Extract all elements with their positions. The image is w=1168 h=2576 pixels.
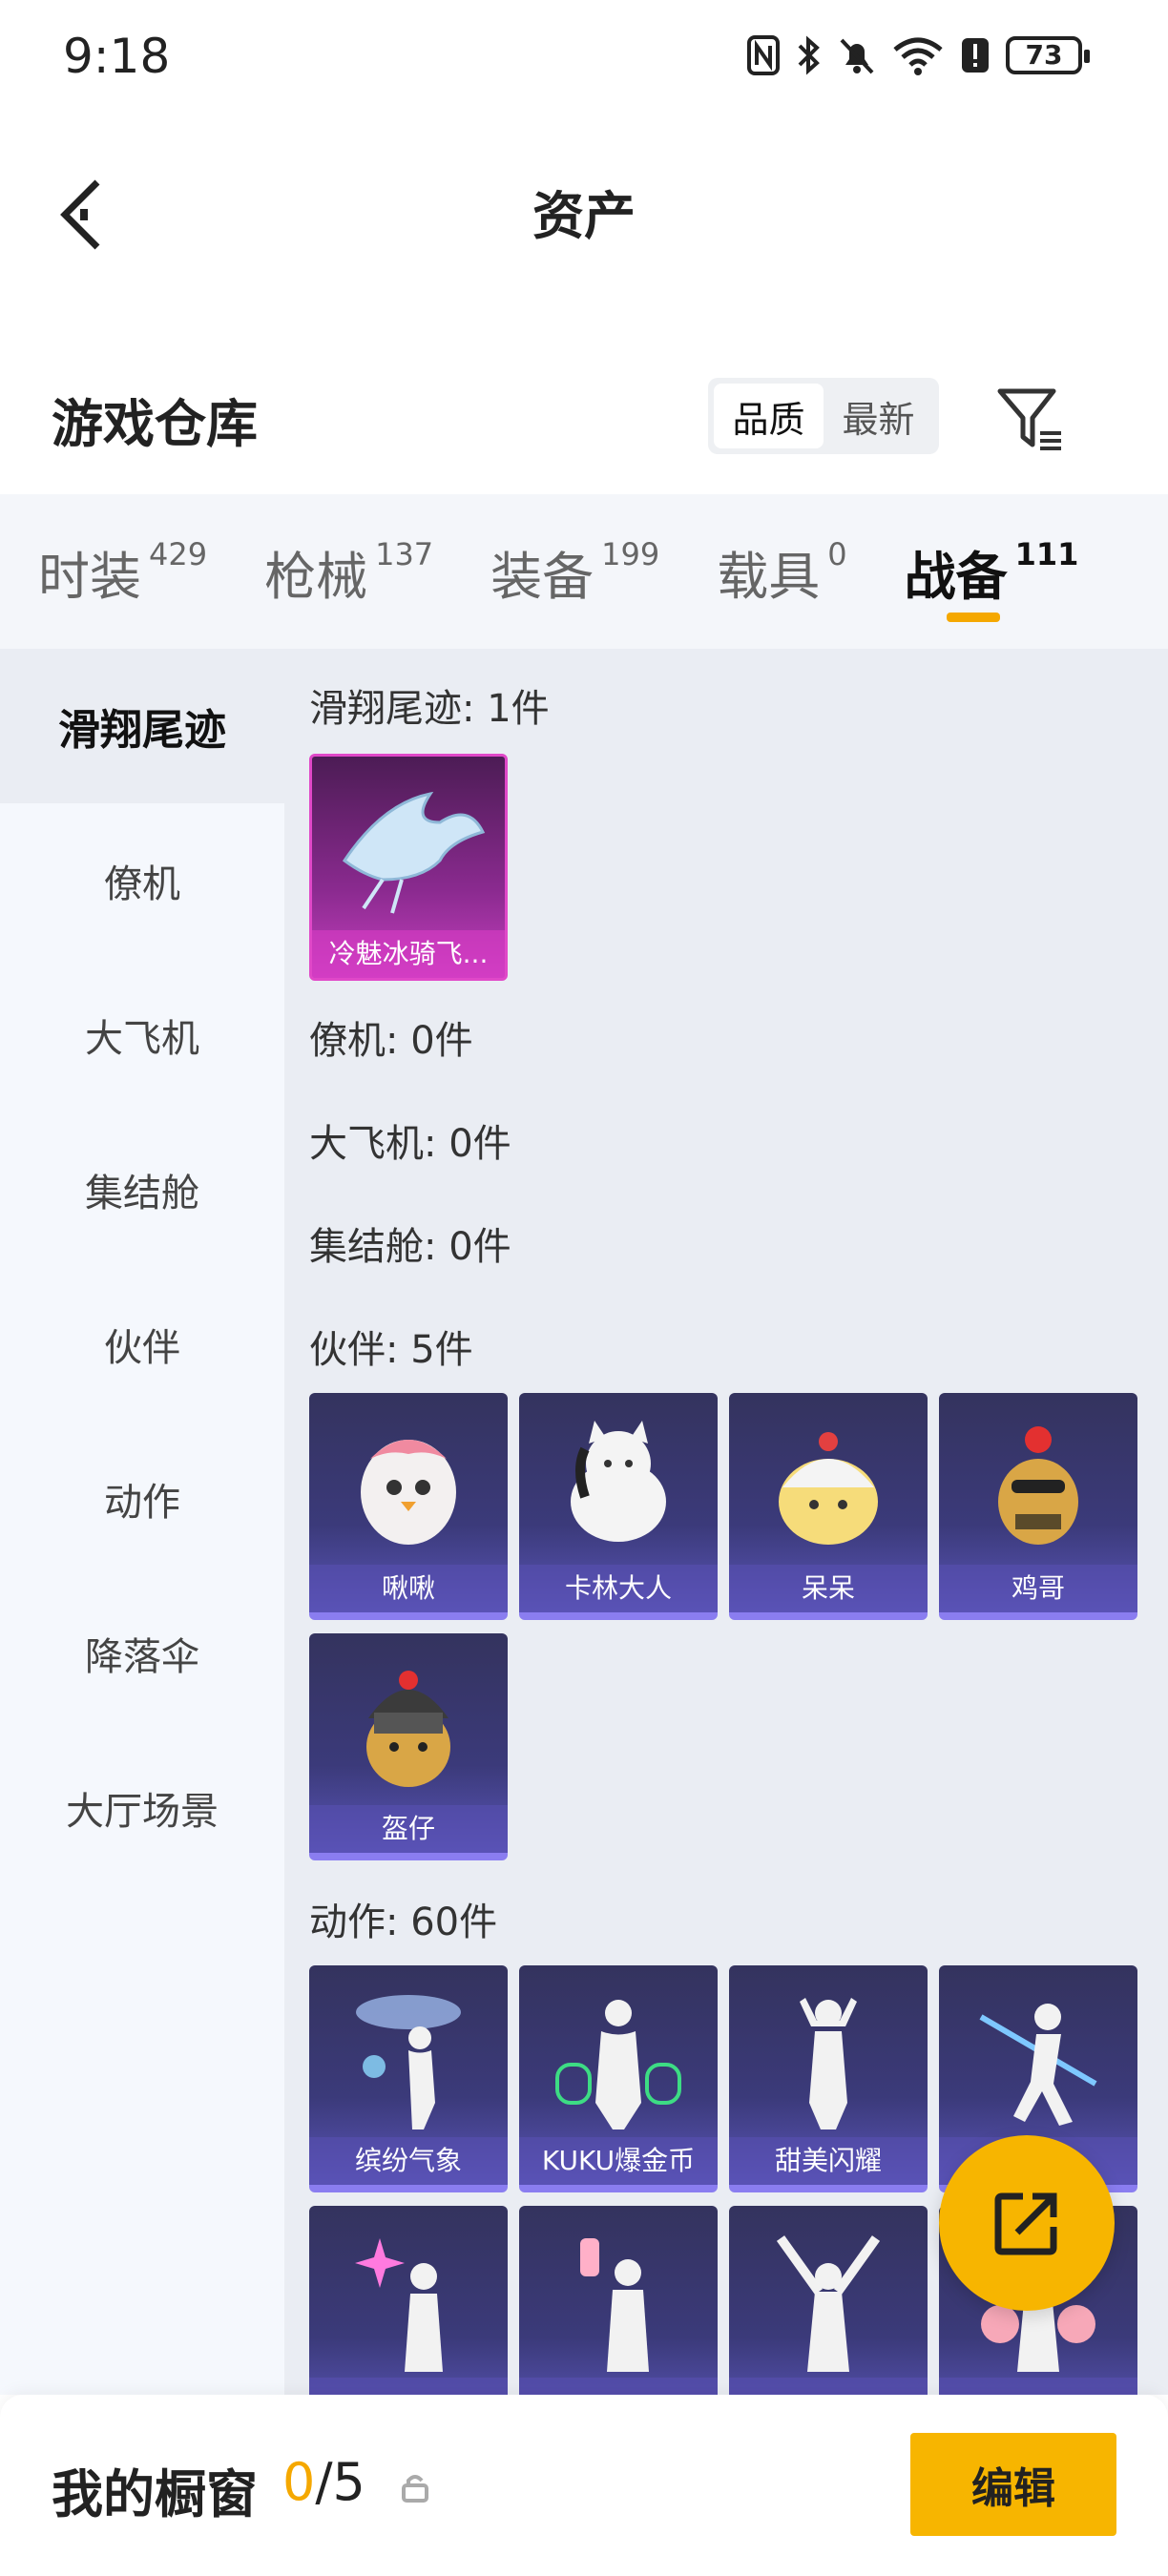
figure-weather-icon: [309, 1965, 508, 2145]
showcase-bar: 我的橱窗 0/5 编辑: [0, 2395, 1168, 2576]
active-tab-indicator: [946, 613, 1000, 622]
mute-bell-icon: [840, 38, 874, 74]
section-title-plane: 大飞机: 0件: [309, 1122, 511, 1166]
white-cat-icon: [519, 1393, 718, 1572]
tab-guns[interactable]: 枪械 137: [226, 494, 452, 649]
sort-quality-button[interactable]: 品质: [714, 384, 824, 448]
tab-combat-gear[interactable]: 战备 111: [866, 494, 1098, 649]
item-card[interactable]: 啾啾: [309, 1393, 508, 1620]
sidebar-item-wingman[interactable]: 僚机: [0, 803, 284, 958]
helmet-chick-icon: [309, 1633, 508, 1813]
item-card[interactable]: 盔仔: [309, 1633, 508, 1860]
figure-money-icon: [519, 1965, 718, 2145]
tab-vehicles[interactable]: 载具 0: [678, 494, 866, 649]
section-title-pod: 集结舱: 0件: [309, 1225, 511, 1269]
lock-icon: [402, 2475, 428, 2503]
item-label: [729, 2378, 928, 2395]
tab-equipment[interactable]: 装备 199: [452, 494, 678, 649]
item-label: 冷魅冰骑飞...: [312, 930, 505, 978]
rooster-icon: [939, 1393, 1137, 1572]
item-label: 鸡哥: [939, 1565, 1137, 1612]
item-label: KUKU爆金币: [519, 2137, 718, 2185]
showcase-count: 0/5: [282, 2452, 365, 2512]
item-card[interactable]: [309, 2206, 508, 2395]
status-time: 9:18: [63, 29, 171, 84]
figure-dance-icon: [729, 1965, 928, 2145]
figure-flower-icon: [519, 2206, 718, 2385]
item-label: [519, 2378, 718, 2395]
sort-toggle: 品质 最新: [708, 378, 939, 454]
tab-label: 装备: [490, 546, 594, 607]
figure-sparkle-icon: [309, 2206, 508, 2385]
section-title-action: 动作: 60件: [309, 1901, 498, 1944]
page-header: 资产: [0, 114, 1168, 296]
filter-button[interactable]: [992, 382, 1069, 458]
warehouse-title: 游戏仓库: [52, 394, 258, 454]
category-tabs: 时装 429 枪械 137 装备 199 载具 0 战备 111: [0, 494, 1168, 649]
body-area: 滑翔尾迹 僚机 大飞机 集结舱 伙伴 动作 降落伞 大厅场景 滑翔尾迹: 1件 …: [0, 649, 1168, 2395]
share-fab-button[interactable]: [939, 2135, 1115, 2311]
showcase-total: /5: [315, 2452, 365, 2512]
tab-label: 时装: [38, 546, 141, 607]
sidebar: 滑翔尾迹 僚机 大飞机 集结舱 伙伴 动作 降落伞 大厅场景: [0, 649, 284, 2395]
showcase-title: 我的橱窗: [52, 2464, 258, 2524]
tab-count: 111: [1014, 536, 1079, 572]
tab-fashion[interactable]: 时装 429: [0, 494, 226, 649]
sidebar-item-action[interactable]: 动作: [0, 1422, 284, 1576]
figure-run-icon: [939, 1965, 1137, 2145]
ice-bird-icon: [312, 757, 505, 936]
edit-button[interactable]: 编辑: [910, 2433, 1116, 2536]
sidebar-item-plane[interactable]: 大飞机: [0, 958, 284, 1112]
item-card[interactable]: 卡林大人: [519, 1393, 718, 1620]
item-label: [309, 2378, 508, 2395]
item-card[interactable]: KUKU爆金币: [519, 1965, 718, 2192]
share-external-icon: [994, 2192, 1057, 2255]
item-card[interactable]: 缤纷气象: [309, 1965, 508, 2192]
item-card[interactable]: [519, 2206, 718, 2395]
tab-label: 战备: [904, 546, 1008, 607]
tab-label: 载具: [717, 546, 821, 607]
item-card[interactable]: [729, 2206, 928, 2395]
item-card[interactable]: 鸡哥: [939, 1393, 1137, 1620]
item-card[interactable]: 冷魅冰骑飞...: [309, 754, 508, 981]
item-label: 缤纷气象: [309, 2137, 508, 2185]
tab-count: 199: [601, 536, 660, 572]
bluetooth-icon: [798, 35, 820, 75]
tab-label: 枪械: [264, 546, 368, 607]
filter-icon: [997, 388, 1061, 450]
tab-count: 429: [149, 536, 208, 572]
chick-icon: [729, 1393, 928, 1572]
warehouse-header: 游戏仓库 品质 最新: [0, 363, 1168, 477]
tab-count: 137: [375, 536, 434, 572]
section-title-wingman: 僚机: 0件: [309, 1019, 473, 1063]
item-label: 呆呆: [729, 1565, 928, 1612]
tab-count: 0: [827, 536, 847, 572]
item-label: 盔仔: [309, 1805, 508, 1853]
pink-bird-icon: [309, 1393, 508, 1572]
item-label: 卡林大人: [519, 1565, 718, 1612]
section-title-partner: 伙伴: 5件: [309, 1328, 473, 1372]
sidebar-item-lobby-scene[interactable]: 大厅场景: [0, 1731, 284, 1885]
sidebar-item-glide-trail[interactable]: 滑翔尾迹: [0, 649, 284, 803]
wifi-icon: [893, 37, 943, 75]
showcase-current: 0: [282, 2452, 316, 2512]
sidebar-item-partner[interactable]: 伙伴: [0, 1267, 284, 1422]
item-card[interactable]: 呆呆: [729, 1393, 928, 1620]
sidebar-item-parachute[interactable]: 降落伞: [0, 1576, 284, 1731]
item-label: 啾啾: [309, 1565, 508, 1612]
sort-newest-button[interactable]: 最新: [824, 384, 933, 448]
sidebar-item-pod[interactable]: 集结舱: [0, 1112, 284, 1267]
battery-indicator: 73: [1006, 36, 1090, 74]
nfc-icon: [747, 35, 780, 75]
status-icons: 73: [746, 29, 1090, 82]
figure-cheer-icon: [729, 2206, 928, 2385]
status-bar: 9:18 73: [0, 0, 1168, 114]
item-card[interactable]: 甜美闪耀: [729, 1965, 928, 2192]
item-label: [939, 2378, 1137, 2395]
content-panel: 滑翔尾迹: 1件 冷魅冰骑飞... 僚机: 0件 大飞机: 0件 集结舱: 0件…: [284, 649, 1168, 2395]
section-title-glide: 滑翔尾迹: 1件: [309, 687, 550, 731]
item-label: 甜美闪耀: [729, 2137, 928, 2185]
page-title: 资产: [532, 186, 636, 246]
alert-icon: [962, 38, 989, 73]
